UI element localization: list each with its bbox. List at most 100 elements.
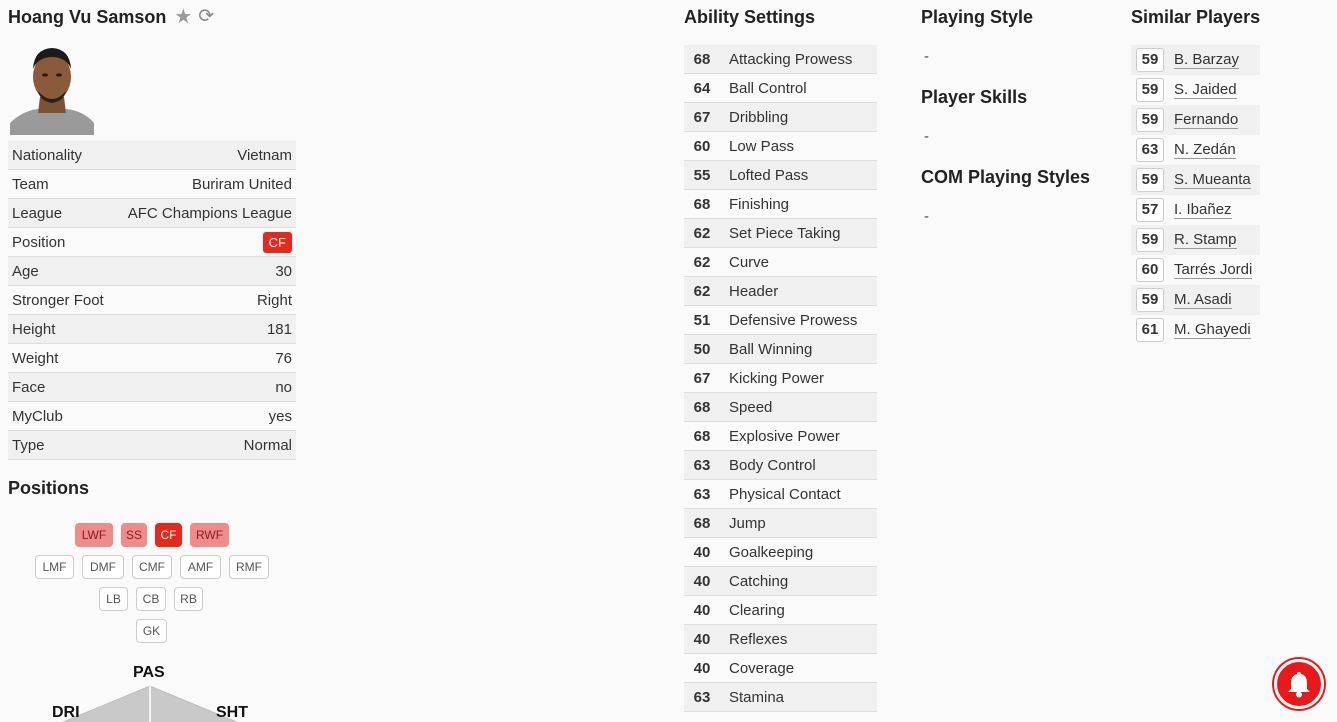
similar-player-row[interactable]: 59 M. Asadi — [1131, 285, 1260, 315]
similar-player-row[interactable]: 59 S. Jaided — [1131, 75, 1260, 105]
ability-value: 51 — [693, 311, 711, 329]
info-row-type: Type Normal — [8, 431, 296, 460]
ability-value: 68 — [693, 514, 711, 532]
ability-name: Reflexes — [729, 630, 788, 648]
ability-row: 68 Speed — [684, 393, 877, 422]
ability-row: 51 Defensive Prowess — [684, 306, 877, 335]
ability-value: 68 — [693, 50, 711, 68]
info-row-nationality: Nationality Vietnam — [8, 141, 296, 170]
pos-chip-amf[interactable]: AMF — [180, 555, 221, 579]
playing-style-heading: Playing Style — [921, 7, 1034, 27]
pos-chip-cb[interactable]: CB — [136, 587, 166, 611]
similar-player-link[interactable]: N. Zedán — [1174, 141, 1236, 159]
com-styles-value: - — [924, 208, 929, 225]
similar-player-rating: 57 — [1136, 198, 1164, 222]
ability-value: 40 — [693, 572, 711, 590]
ability-value: 68 — [693, 427, 711, 445]
info-label: Weight — [12, 349, 59, 367]
com-styles-heading: COM Playing Styles — [921, 167, 1091, 187]
similar-player-row[interactable]: 61 M. Ghayedi — [1131, 315, 1260, 345]
similar-player-link[interactable]: S. Mueanta — [1174, 171, 1251, 189]
similar-player-link[interactable]: M. Asadi — [1174, 291, 1232, 309]
ability-value: 40 — [693, 601, 711, 619]
similar-player-link[interactable]: S. Jaided — [1174, 81, 1237, 99]
similar-player-rating: 59 — [1136, 288, 1164, 312]
similar-player-rating: 59 — [1136, 228, 1164, 252]
similar-player-rating: 59 — [1136, 78, 1164, 102]
similar-player-link[interactable]: B. Barzay — [1174, 51, 1240, 69]
ability-row: 62 Curve — [684, 248, 877, 277]
info-label: Height — [12, 320, 56, 338]
player-profile: Hoang Vu Samson ★ ⟳ Nationality Vietnam … — [8, 0, 296, 653]
pos-chip-ss[interactable]: SS — [121, 523, 147, 547]
similar-player-link[interactable]: Tarrés Jordi — [1174, 261, 1253, 279]
ability-heading: Ability Settings — [684, 7, 816, 27]
ability-row: 40 Reflexes — [684, 625, 877, 654]
similar-player-row[interactable]: 59 B. Barzay — [1131, 45, 1260, 75]
ability-value: 40 — [693, 543, 711, 561]
pos-chip-dmf[interactable]: DMF — [82, 555, 124, 579]
refresh-icon[interactable]: ⟳ — [198, 7, 214, 27]
radar-label-pas: PAS — [133, 664, 165, 681]
similar-player-link[interactable]: M. Ghayedi — [1174, 321, 1251, 339]
pos-chip-rmf[interactable]: RMF — [229, 555, 269, 579]
ability-row: 40 Catching — [684, 567, 877, 596]
ability-name: Low Pass — [729, 137, 795, 155]
playing-style-block: Playing Style - — [921, 0, 1111, 80]
ability-row: 50 Ball Winning — [684, 335, 877, 364]
ability-row: 63 Physical Contact — [684, 480, 877, 509]
info-label: Age — [12, 262, 39, 280]
pos-chip-lb[interactable]: LB — [99, 587, 128, 611]
info-value: Right — [256, 291, 292, 309]
similar-player-link[interactable]: R. Stamp — [1174, 231, 1237, 249]
player-skills-heading: Player Skills — [921, 87, 1028, 107]
ability-name: Clearing — [729, 601, 785, 619]
notification-button[interactable] — [1274, 659, 1324, 709]
ability-row: 62 Set Piece Taking — [684, 219, 877, 248]
pos-chip-cmf[interactable]: CMF — [132, 555, 172, 579]
ability-name: Goalkeeping — [729, 543, 814, 561]
ability-value: 63 — [693, 456, 711, 474]
similar-list: 59 B. Barzay 59 S. Jaided 59 Fernando 63 N. Zed… — [1131, 45, 1291, 345]
position-badge: CF — [262, 231, 292, 253]
pos-chip-cf[interactable]: CF — [155, 523, 182, 547]
info-label: MyClub — [12, 407, 63, 425]
info-value: Buriram United — [191, 175, 292, 193]
ability-value: 60 — [693, 137, 711, 155]
ability-value: 62 — [693, 282, 711, 300]
pos-chip-rwf[interactable]: RWF — [190, 523, 229, 547]
similar-player-rating: 60 — [1136, 258, 1164, 282]
similar-player-link[interactable]: Fernando — [1174, 111, 1239, 129]
ability-value: 67 — [693, 108, 711, 126]
ability-name: Explosive Power — [729, 427, 840, 445]
info-value: Vietnam — [237, 146, 292, 164]
similar-player-link[interactable]: I. Ibañez — [1174, 201, 1232, 219]
similar-player-row[interactable]: 59 Fernando — [1131, 105, 1260, 135]
pos-chip-lwf[interactable]: LWF — [75, 523, 113, 547]
ability-name: Catching — [729, 572, 789, 590]
ability-row: 60 Low Pass — [684, 132, 877, 161]
similar-player-row[interactable]: 59 R. Stamp — [1131, 225, 1260, 255]
info-value: no — [275, 378, 292, 396]
ability-row: 40 Goalkeeping — [684, 538, 877, 567]
similar-player-rating: 59 — [1136, 108, 1164, 132]
info-row-team: Team Buriram United — [8, 170, 296, 199]
player-portrait — [8, 35, 96, 135]
star-icon[interactable]: ★ — [174, 7, 192, 27]
info-value: 181 — [266, 320, 292, 338]
similar-player-row[interactable]: 60 Tarrés Jordi — [1131, 255, 1260, 285]
ability-row: 63 Stamina — [684, 683, 877, 712]
similar-player-row[interactable]: 59 S. Mueanta — [1131, 165, 1260, 195]
ability-value: 40 — [693, 630, 711, 648]
ability-row: 68 Jump — [684, 509, 877, 538]
ability-name: Curve — [729, 253, 770, 271]
similar-player-row[interactable]: 57 I. Ibañez — [1131, 195, 1260, 225]
ability-name: Dribbling — [729, 108, 789, 126]
ability-name: Kicking Power — [729, 369, 825, 387]
similar-player-row[interactable]: 63 N. Zedán — [1131, 135, 1260, 165]
pos-chip-lmf[interactable]: LMF — [35, 555, 74, 579]
pos-chip-rb[interactable]: RB — [174, 587, 203, 611]
player-skills-value: - — [924, 128, 929, 145]
similar-heading: Similar Players — [1131, 7, 1261, 27]
pos-chip-gk[interactable]: GK — [136, 619, 167, 643]
